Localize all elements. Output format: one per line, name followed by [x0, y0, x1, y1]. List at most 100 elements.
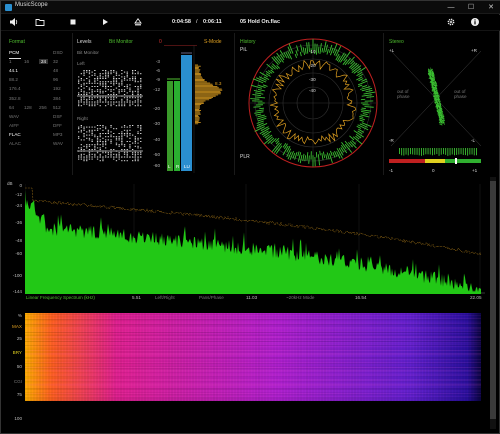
format-option: 192 [53, 86, 61, 92]
spectrogram-y-tick: 75 [16, 392, 22, 397]
spectrum-y-tick: -12 [15, 192, 22, 197]
format-option: 1 [9, 59, 12, 65]
mode-20khz[interactable]: ~20kHz Mode [286, 295, 314, 300]
format-option: WAV [53, 141, 63, 146]
format-option: WAV [9, 113, 19, 119]
spectrum-y-tick: 0 [19, 183, 22, 188]
time-separator: / [196, 19, 198, 25]
info-icon[interactable] [469, 17, 481, 29]
format-option: 88.2 [9, 77, 18, 83]
eject-icon[interactable] [132, 17, 144, 29]
stereo-title[interactable]: Stereo [389, 39, 404, 45]
spectrogram-plot [25, 313, 481, 401]
maximize-button[interactable]: ☐ [463, 1, 479, 14]
toolbar: 0:04:58 / 0:06:11 05 Hold On.flac [1, 15, 500, 31]
format-option: 44.1 [9, 68, 18, 74]
folder-icon[interactable] [34, 17, 46, 29]
format-title: Format [9, 39, 25, 45]
format-option: 352.8 [9, 95, 21, 101]
history-ring-label: -40 [309, 88, 316, 93]
file-name: 05 Hold On.flac [240, 19, 281, 25]
title-bar: MusicScope — ☐ ✕ [1, 1, 500, 14]
x-tick-11-03: 11.03 [246, 295, 258, 300]
divider [72, 33, 73, 175]
spectrum-y-tick: -24 [15, 203, 22, 208]
spectrum-axis-label: Linear Frequency Spectrum (kHz) [26, 295, 95, 300]
close-button[interactable]: ✕ [483, 1, 499, 14]
spectrogram-y-tick: MAX [12, 324, 22, 329]
spectrum-plot [25, 184, 485, 294]
spectrogram-y-tick: 50 [16, 364, 22, 369]
spectrum-y-tick: -144 [12, 289, 22, 294]
vertical-scrollbar[interactable] [490, 177, 496, 429]
history-ring-label: -30 [309, 77, 316, 82]
format-option: 512 [53, 104, 61, 110]
format-option: AIFF [9, 122, 19, 128]
meter-channel-lu: LU [184, 164, 190, 169]
scrollbar-thumb[interactable] [490, 181, 496, 419]
history-ring-label: -10 [309, 49, 316, 54]
mode-pans-phase[interactable]: Pans/Phase [199, 295, 224, 300]
history-polar-plot: -10 -20 -30 -40 [248, 38, 378, 168]
format-option: MP3 [53, 131, 63, 137]
corr-plus-one: +1 [472, 168, 478, 173]
correlation-meter [389, 148, 481, 164]
spectrogram-y-tick: CGI [13, 379, 22, 384]
x-tick-5-51: 5.51 [132, 295, 141, 300]
spectrum-y-tick: -60 [15, 251, 22, 256]
meter-tick: -60 [153, 163, 160, 168]
history-ring-label: -20 [309, 63, 316, 68]
bit-monitor-tab[interactable]: Bit Monitor [109, 39, 133, 45]
meter-tick: -12 [153, 87, 160, 92]
minimize-button[interactable]: — [443, 1, 459, 14]
time-elapsed: 0:04:58 [172, 19, 191, 25]
stop-icon[interactable] [67, 17, 79, 29]
volume-icon[interactable] [9, 17, 19, 29]
format-option: DSF [53, 113, 63, 119]
app-icon [5, 4, 12, 11]
meter-tick: -9 [155, 77, 160, 82]
format-option: FLAC [9, 131, 21, 137]
x-tick-22-05: 22.05 [470, 295, 482, 300]
meter-tick: -30 [153, 121, 160, 126]
divider [383, 33, 384, 175]
meter-channel-r: R [176, 164, 180, 169]
format-option: DSD [53, 50, 63, 55]
format-option: 128 [24, 104, 32, 110]
format-option: DFF [53, 122, 62, 128]
format-option: 256 [39, 104, 47, 110]
spectrogram-y-tick: BRY [12, 350, 22, 355]
format-option: 48 [53, 68, 59, 74]
format-option: PCM [9, 50, 20, 55]
meter-channel-l: L [168, 164, 171, 169]
left-channel-label: Left [77, 61, 85, 66]
divider [234, 33, 235, 175]
peak-value: 8.3 [215, 81, 222, 86]
spectrum-y-tick: -100 [12, 273, 22, 278]
app-window: MusicScope — ☐ ✕ 0:04:58 / 0:06:11 05 Ho… [0, 0, 500, 434]
format-option: 384 [53, 95, 61, 101]
meter-tick: -50 [153, 152, 160, 157]
right-channel-label: Right [77, 116, 88, 121]
format-option: 176.4 [9, 86, 21, 92]
format-underline [9, 58, 21, 59]
meter-tick: -20 [153, 106, 160, 111]
corr-zero: 0 [432, 168, 435, 173]
play-icon[interactable] [99, 17, 111, 29]
settings-gear-icon[interactable] [445, 17, 457, 29]
goniometer [391, 51, 481, 146]
mode-left-right[interactable]: Left/Right [155, 295, 175, 300]
levels-title[interactable]: Levels [77, 39, 91, 45]
meter-tick: -40 [153, 137, 160, 142]
format-option: 16 [24, 59, 30, 65]
corr-minus-one: -1 [389, 168, 394, 173]
bit-monitor-right [77, 125, 143, 162]
meter-tick: -6 [155, 68, 160, 73]
window-title: MusicScope [15, 2, 48, 8]
spectrum-y-tick: -36 [15, 220, 22, 225]
format-option: 96 [53, 77, 59, 83]
format-option: 64 [9, 104, 15, 110]
level-meter [164, 45, 223, 173]
spectrogram-y-tick: 25 [16, 336, 22, 341]
time-total: 0:06:11 [203, 19, 222, 25]
